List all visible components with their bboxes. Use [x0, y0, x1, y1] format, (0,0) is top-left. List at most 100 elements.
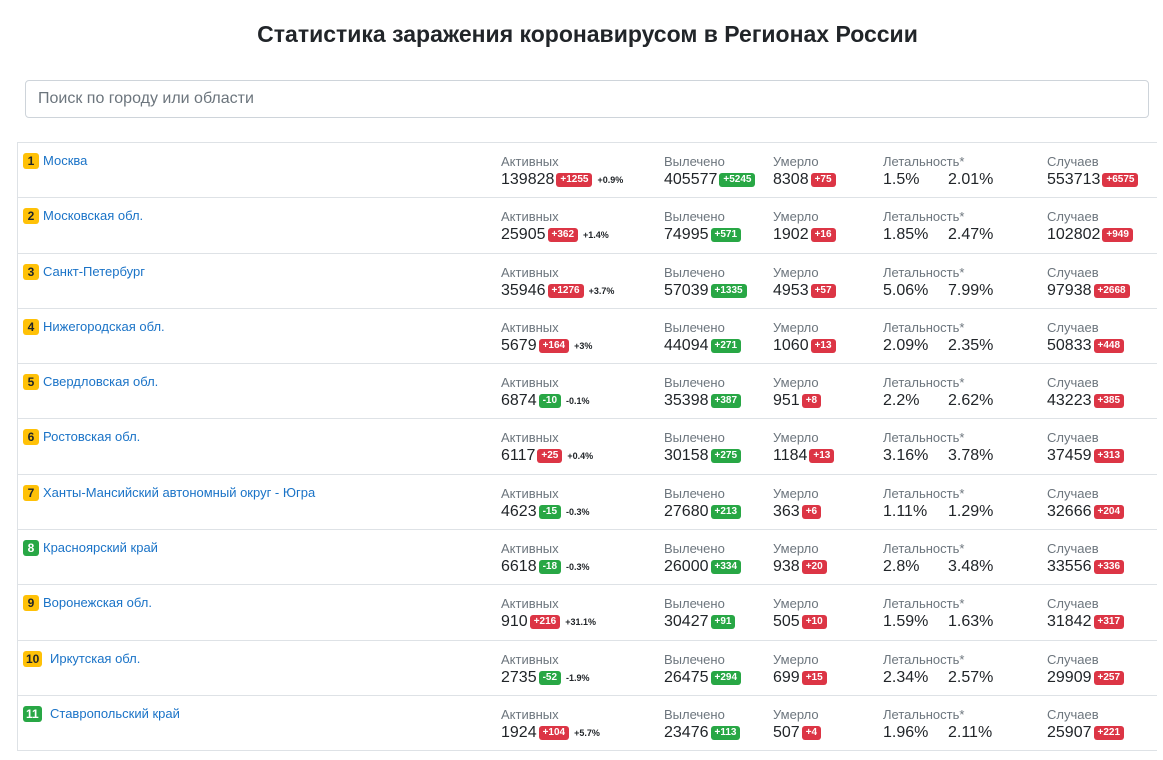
lethality-label: Летальность* [883, 596, 965, 612]
died-label: Умерло [773, 651, 819, 667]
active-percent: +0.4% [567, 451, 594, 462]
lethality-label: Летальность* [883, 485, 965, 501]
cases-delta-badge: +6575 [1102, 173, 1139, 187]
died-delta-badge: +13 [810, 338, 836, 353]
cases-cell: Случаев 97938 +2668 [1047, 265, 1130, 302]
recovered-cell: Вылечено 30427 +91 [664, 596, 736, 633]
cases-value: 29909 [1047, 668, 1092, 686]
died-cell: Умерло 1184 +13 [773, 430, 835, 467]
cases-value: 553713 [1047, 171, 1101, 188]
rank-badge: 6 [23, 429, 39, 446]
died-label: Умерло [773, 485, 819, 501]
recovered-value: 35398 [664, 392, 709, 410]
recovered-label: Вылечено [664, 706, 725, 722]
lethality-value-2: 7.99% [948, 281, 994, 299]
region-link[interactable]: Московская обл. [43, 208, 143, 224]
recovered-value: 57039 [664, 281, 709, 299]
died-value: 1060 [773, 336, 809, 354]
region-link[interactable]: Ханты-Мансийский автономный округ - Югра [43, 485, 315, 501]
rank-badge: 4 [23, 318, 39, 335]
search-input[interactable] [25, 80, 1149, 118]
lethality-cell: Летальность* 1.59% 1.63% [883, 596, 993, 633]
region-link[interactable]: Красноярский край [43, 540, 158, 556]
active-value: 2735 [501, 668, 537, 686]
active-value: 35946 [501, 281, 546, 299]
active-delta-badge: +1276 [547, 283, 584, 298]
lethality-value-2: 1.63% [948, 613, 994, 631]
died-cell: Умерло 699 +15 [773, 652, 827, 689]
active-value: 5679 [501, 336, 537, 354]
lethality-cell: Летальность* 1.11% 1.29% [883, 485, 993, 523]
page-title: Статистика заражения коронавирусом в Рег… [257, 21, 918, 47]
died-delta-badge: +8 [801, 394, 822, 409]
recovered-label: Вылечено [664, 154, 725, 169]
cases-value: 37459 [1047, 447, 1092, 465]
recovered-label: Вылечено [664, 319, 725, 335]
active-label: Активных [501, 154, 559, 169]
lethality-value-2: 2.62% [948, 392, 994, 410]
recovered-cell: Вылечено 405577 +5245 [664, 154, 756, 191]
died-cell: Умерло 1902 +16 [773, 209, 836, 246]
recovered-value: 405577 [664, 171, 718, 188]
active-value: 4623 [501, 502, 537, 520]
lethality-value-1: 2.8% [883, 558, 920, 576]
cases-cell: Случаев 33556 +336 [1047, 541, 1125, 578]
lethality-cell: Летальность* 1.85% 2.47% [883, 209, 993, 246]
region-link[interactable]: Воронежская обл. [43, 595, 152, 611]
cases-value: 50833 [1047, 336, 1092, 354]
cases-label: Случаев [1047, 541, 1099, 557]
recovered-label: Вылечено [664, 485, 725, 501]
rank-badge: 8 [23, 540, 39, 557]
rank-badge: 9 [23, 595, 39, 612]
list-item: 8 Красноярский край Активных 6618 -18 -0.3… [18, 530, 1157, 586]
died-cell: Умерло 1060 +13 [773, 320, 836, 357]
region-link[interactable]: Иркутская обл. [50, 651, 140, 667]
region-link[interactable]: Москва [43, 153, 87, 169]
died-cell: Умерло 507 +4 [773, 707, 822, 744]
cases-cell: Случаев 553713 +6575 [1047, 154, 1139, 191]
recovered-delta-badge: +113 [710, 725, 741, 740]
lethality-cell: Летальность* 2.2% 2.62% [883, 375, 993, 412]
died-delta-badge: +6 [801, 504, 822, 519]
cases-delta-badge: +336 [1093, 560, 1125, 575]
lethality-label: Летальность* [883, 264, 965, 280]
rank-badge: 10 [23, 650, 43, 667]
died-delta-badge: +16 [810, 228, 836, 243]
died-value: 4953 [773, 281, 809, 299]
recovered-value: 30158 [664, 447, 709, 465]
rank-badge: 1 [23, 153, 39, 169]
died-delta-badge: +13 [809, 449, 835, 464]
region-link[interactable]: Ростовская обл. [43, 429, 140, 445]
cases-cell: Случаев 31842 +317 [1047, 596, 1125, 633]
cases-cell: Случаев 32666 +204 [1047, 486, 1125, 523]
recovered-cell: Вылечено 74995 +571 [664, 209, 742, 246]
region-link[interactable]: Нижегородская обл. [43, 319, 165, 335]
cases-label: Случаев [1047, 264, 1099, 280]
list-item: 9 Воронежская обл. Активных 910 +216 +31.1… [18, 585, 1157, 641]
died-value: 363 [773, 502, 800, 520]
recovered-cell: Вылечено 35398 +387 [664, 375, 742, 412]
region-link[interactable]: Санкт-Петербург [43, 264, 145, 280]
region-link[interactable]: Свердловская обл. [43, 374, 158, 390]
lethality-cell: Летальность* 2.8% 3.48% [883, 541, 993, 578]
region-link[interactable]: Ставропольский край [50, 706, 180, 722]
active-percent: +3.7% [588, 285, 615, 296]
lethality-value-1: 1.5% [883, 171, 920, 188]
cases-label: Случаев [1047, 706, 1099, 722]
cases-delta-badge: +313 [1093, 449, 1125, 464]
cases-delta-badge: +385 [1093, 394, 1125, 409]
active-label: Активных [501, 651, 559, 667]
died-cell: Умерло 938 +20 [773, 541, 827, 578]
died-label: Умерло [773, 375, 819, 391]
active-value: 139828 [501, 171, 555, 188]
active-percent: +0.9% [597, 175, 624, 185]
cases-value: 32666 [1047, 502, 1092, 520]
list-item: 10 Иркутская обл. Активных 2735 -52 -1.9% … [18, 641, 1157, 696]
recovered-value: 44094 [664, 336, 709, 354]
active-cell: Активных 139828 +1255 +0.9% [501, 154, 623, 191]
list-item: 1 Москва Активных 139828 +1255 +0.9% Вылеч… [18, 143, 1157, 199]
died-label: Умерло [773, 319, 819, 335]
cases-cell: Случаев 43223 +385 [1047, 375, 1125, 412]
died-delta-badge: +57 [810, 283, 836, 298]
died-delta-badge: +15 [801, 670, 827, 685]
